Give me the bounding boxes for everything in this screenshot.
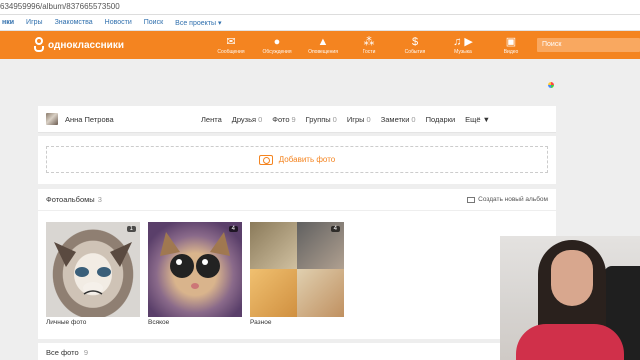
album-thumbnail[interactable]: 1 <box>46 222 140 317</box>
album-various[interactable]: 4 Разное <box>250 222 344 326</box>
add-photo-button[interactable]: Добавить фото <box>46 146 548 173</box>
webcam-overlay <box>500 236 640 360</box>
chat-icon: ● <box>273 35 281 48</box>
top-link-games[interactable]: Игры <box>26 19 43 26</box>
album-personal[interactable]: 1 Личные фото <box>46 222 140 326</box>
events-icon: $ <box>411 35 419 48</box>
album-caption[interactable]: Личные фото <box>46 319 86 326</box>
album-caption[interactable]: Разное <box>250 319 271 326</box>
top-link-ok[interactable]: нки <box>2 19 14 26</box>
top-link-news[interactable]: Новости <box>105 19 132 26</box>
tab-gifts[interactable]: Подарки <box>426 115 456 124</box>
upload-panel: Добавить фото <box>38 136 556 184</box>
grumpy-cat-image <box>54 242 132 295</box>
tab-games[interactable]: Игры 0 <box>347 115 371 124</box>
address-bar[interactable]: 634959996/album/837665573500 <box>0 0 640 15</box>
camera-icon <box>258 154 273 165</box>
profile-bar: Анна Петрова Лента Друзья 0 Фото 9 Группы 0… <box>38 106 556 133</box>
all-photos-section: Все фото 9 <box>38 343 556 360</box>
bell-icon: ▲ <box>317 35 329 48</box>
top-link-search[interactable]: Поиск <box>144 19 163 26</box>
nav-music[interactable]: ♫ ▶ Музыка <box>438 31 488 59</box>
top-project-strip: нки Игры Знакомства Новости Поиск Все пр… <box>0 15 640 31</box>
all-photos-count: 9 <box>83 348 88 357</box>
shirt-shape <box>516 324 624 360</box>
nav-notifications[interactable]: ▲ Оповещения <box>300 31 346 59</box>
big-eyed-cat-image <box>160 232 230 289</box>
nav-video[interactable]: ▣ Видео <box>488 31 534 59</box>
music-icon: ♫ ▶ <box>453 35 473 48</box>
ok-logo[interactable]: одноклассники <box>34 37 124 53</box>
nav-discussions[interactable]: ● Обсуждения <box>254 31 300 59</box>
search-input[interactable]: Поиск <box>537 38 640 52</box>
tab-photos[interactable]: Фото 9 <box>272 115 295 124</box>
tab-feed[interactable]: Лента <box>201 115 222 124</box>
profile-tabs: Лента Друзья 0 Фото 9 Группы 0 Игры 0 Заметк… <box>201 106 490 133</box>
image-icon <box>467 196 476 203</box>
top-link-dating[interactable]: Знакомства <box>55 19 93 26</box>
footprints-icon: ⁂ <box>363 35 375 48</box>
envelope-icon: ✉ <box>226 35 236 48</box>
nav-events[interactable]: $ События <box>392 31 438 59</box>
face-shape <box>551 250 593 306</box>
header-nav: ✉ Сообщения ● Обсуждения ▲ Оповещения ⁂ Гост… <box>208 31 534 59</box>
album-count-badge: 4 <box>228 226 238 232</box>
logo-text: одноклассники <box>48 39 124 51</box>
albums-header: Фотоальбомы 3 Создать новый альбом <box>38 189 556 211</box>
albums-title: Фотоальбомы <box>46 195 95 204</box>
tab-more[interactable]: Ещё ▼ <box>465 115 490 124</box>
tab-friends[interactable]: Друзья 0 <box>232 115 263 124</box>
album-count-badge: 1 <box>126 226 136 232</box>
create-album-button[interactable]: Создать новый альбом <box>467 196 548 203</box>
top-link-all-projects[interactable]: Все проекты ▾ <box>175 19 221 27</box>
albums-count: 3 <box>97 195 102 204</box>
nav-messages[interactable]: ✉ Сообщения <box>208 31 254 59</box>
add-photo-label: Добавить фото <box>278 155 336 164</box>
video-camera-icon: ▣ <box>505 35 517 48</box>
albums-section: Фотоальбомы 3 Создать новый альбом 1 Лич… <box>38 189 556 339</box>
album-thumbnail[interactable]: 4 <box>148 222 242 317</box>
nav-guests[interactable]: ⁂ Гости <box>346 31 392 59</box>
ok-logo-icon <box>34 37 44 53</box>
tab-notes[interactable]: Заметки 0 <box>381 115 416 124</box>
profile-name[interactable]: Анна Петрова <box>65 115 114 124</box>
all-photos-title: Все фото <box>46 348 79 357</box>
album-caption[interactable]: Всякое <box>148 319 169 326</box>
album-misc[interactable]: 4 Всякое <box>148 222 242 326</box>
site-header: одноклассники ✉ Сообщения ● Обсуждения ▲ Оп… <box>0 31 640 59</box>
tab-groups[interactable]: Группы 0 <box>306 115 337 124</box>
album-thumbnail[interactable]: 4 <box>250 222 344 317</box>
album-count-badge: 4 <box>330 226 340 232</box>
browser-extension-icon[interactable] <box>548 82 554 88</box>
url-text: 634959996/album/837665573500 <box>0 2 120 11</box>
avatar[interactable] <box>46 113 58 125</box>
